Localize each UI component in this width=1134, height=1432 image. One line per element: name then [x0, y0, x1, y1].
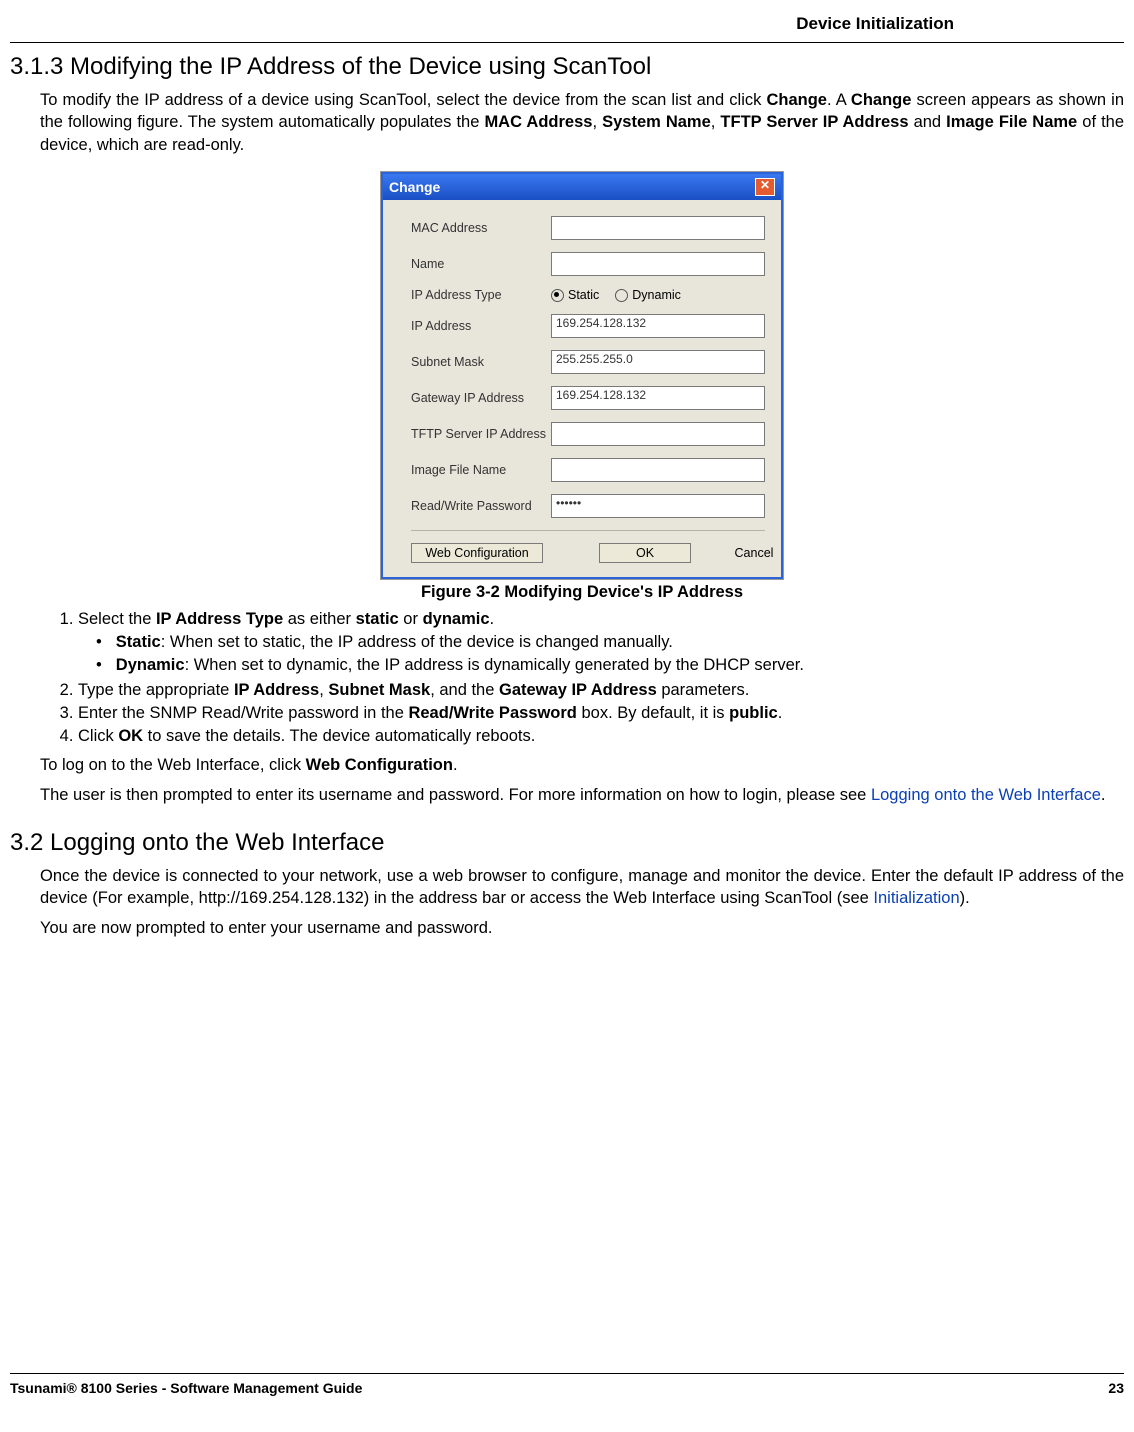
header-rule: [10, 42, 1124, 43]
substep-dynamic: Dynamic: When set to dynamic, the IP add…: [96, 656, 1124, 675]
label-pwd: Read/Write Password: [411, 499, 551, 513]
label-mac: MAC Address: [411, 221, 551, 235]
mac-field: [551, 216, 765, 240]
footer-page-number: 23: [1108, 1380, 1124, 1396]
radio-static[interactable]: Static: [551, 288, 599, 302]
figure-caption: Figure 3-2 Modifying Device's IP Address: [40, 583, 1124, 602]
imagefile-field: [551, 458, 765, 482]
password-field[interactable]: ••••••: [551, 494, 765, 518]
label-gw: Gateway IP Address: [411, 391, 551, 405]
figure-3-2: Change ✕ MAC Address Name IP Address Typ…: [40, 172, 1124, 602]
step-3: Enter the SNMP Read/Write password in th…: [78, 704, 1124, 723]
page-header: Device Initialization: [10, 10, 1124, 34]
ok-button[interactable]: OK: [599, 543, 691, 563]
link-logging-web-interface[interactable]: Logging onto the Web Interface: [871, 786, 1101, 804]
step-2: Type the appropriate IP Address, Subnet …: [78, 681, 1124, 700]
label-name: Name: [411, 257, 551, 271]
label-img: Image File Name: [411, 463, 551, 477]
gateway-field[interactable]: 169.254.128.132: [551, 386, 765, 410]
ip-field[interactable]: 169.254.128.132: [551, 314, 765, 338]
s32-p2: You are now prompted to enter your usern…: [40, 917, 1124, 939]
cancel-button[interactable]: Cancel: [719, 544, 789, 562]
dialog-titlebar: Change ✕: [383, 174, 781, 200]
link-initialization[interactable]: Initialization: [873, 889, 959, 907]
step-1: Select the IP Address Type as either sta…: [78, 610, 1124, 675]
radio-dynamic[interactable]: Dynamic: [615, 288, 681, 302]
section-3-2-heading: 3.2 Logging onto the Web Interface: [10, 829, 1124, 857]
label-ip: IP Address: [411, 319, 551, 333]
name-field: [551, 252, 765, 276]
label-subnet: Subnet Mask: [411, 355, 551, 369]
subnet-field[interactable]: 255.255.255.0: [551, 350, 765, 374]
s32-p1: Once the device is connected to your net…: [40, 865, 1124, 910]
label-iptype: IP Address Type: [411, 288, 551, 302]
post-step-2: The user is then prompted to enter its u…: [40, 784, 1124, 806]
footer-left: Tsunami® 8100 Series - Software Manageme…: [10, 1380, 362, 1396]
label-tftp: TFTP Server IP Address: [411, 427, 551, 441]
post-step-1: To log on to the Web Interface, click We…: [40, 754, 1124, 776]
change-dialog: Change ✕ MAC Address Name IP Address Typ…: [381, 172, 783, 579]
tftp-field: [551, 422, 765, 446]
section-3-1-3-heading: 3.1.3 Modifying the IP Address of the De…: [10, 53, 1124, 81]
close-icon[interactable]: ✕: [755, 178, 775, 196]
web-configuration-button[interactable]: Web Configuration: [411, 543, 543, 563]
steps-list: Select the IP Address Type as either sta…: [78, 610, 1124, 746]
step-4: Click OK to save the details. The device…: [78, 727, 1124, 746]
dialog-divider: [411, 530, 765, 531]
substep-static: Static: When set to static, the IP addre…: [96, 633, 1124, 652]
dialog-title: Change: [389, 179, 440, 195]
s313-intro: To modify the IP address of a device usi…: [40, 89, 1124, 156]
header-title: Device Initialization: [796, 14, 954, 33]
page-footer: Tsunami® 8100 Series - Software Manageme…: [10, 1373, 1124, 1396]
